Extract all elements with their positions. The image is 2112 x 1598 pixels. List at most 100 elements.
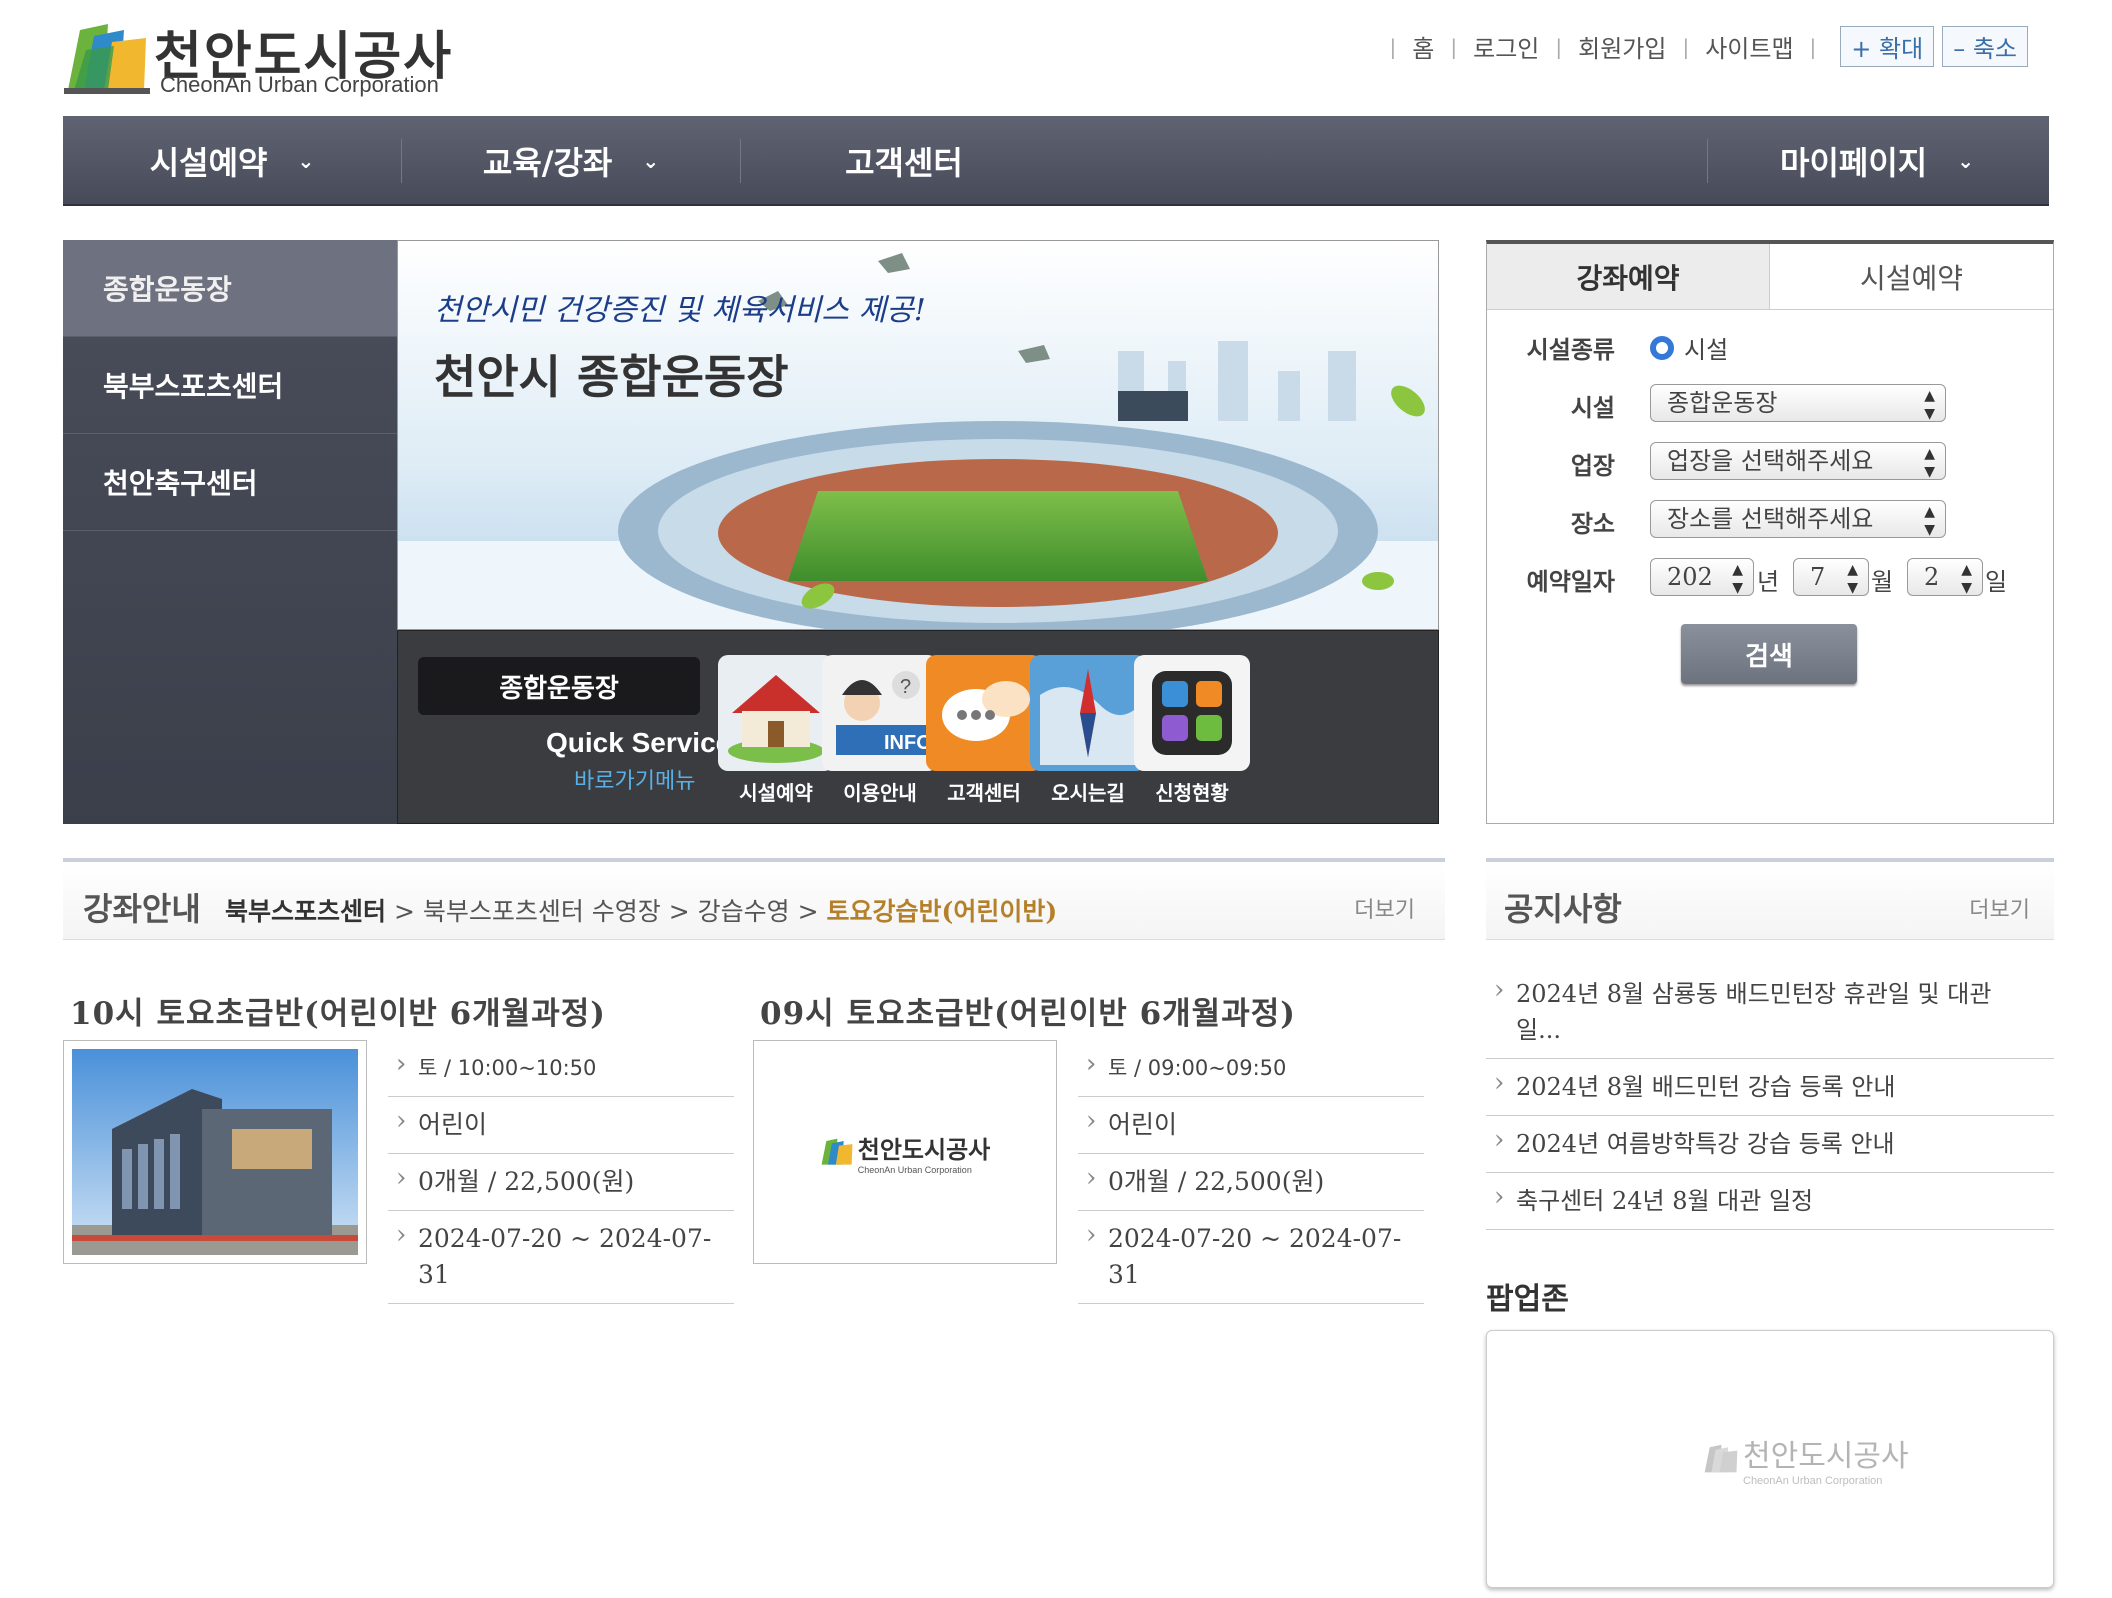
course-target: 어린이 [388, 1097, 734, 1154]
quick-customer-label[interactable]: 고객센터 [926, 777, 1042, 806]
course-detail-list: 토 / 10:00~10:50 어린이 0개월 / 22,500(원) 2024… [388, 1040, 734, 1304]
chevron-down-icon: ⌄ [1957, 149, 1974, 173]
notice-item[interactable]: 2024년 여름방학특강 강습 등록 안내 [1486, 1116, 2054, 1173]
banner-title: 천안시 종합운동장 [434, 350, 789, 404]
course-title[interactable]: 10시 토요초급반(어린이반 6개월과정) [70, 988, 606, 1033]
course-more-link[interactable]: 더보기 [1354, 892, 1415, 924]
course-section-title: 강좌안내 [83, 890, 201, 928]
course-detail-list: 토 / 09:00~09:50 어린이 0개월 / 22,500(원) 2024… [1078, 1040, 1424, 1304]
year-unit: 년 [1757, 568, 1780, 596]
sports-center-photo [72, 1049, 358, 1255]
side-item-stadium[interactable]: 종합운동장 [63, 240, 397, 337]
course-period: 2024-07-20 ~ 2024-07-31 [1078, 1211, 1424, 1304]
quick-directions-label[interactable]: 오시는길 [1030, 777, 1146, 806]
quick-service-subtitle: 바로가기메뉴 [574, 769, 696, 794]
notice-item[interactable]: 축구센터 24년 8월 대관 일정 [1486, 1173, 2054, 1230]
place-select[interactable]: 장소를 선택해주세요 ▲ ▼ [1650, 500, 1946, 538]
venue-select[interactable]: 업장을 선택해주세요 ▲ ▼ [1650, 442, 1946, 480]
breadcrumb-current[interactable]: 토요강습반(어린이반) [827, 897, 1058, 926]
select-arrows-icon: ▲ ▼ [1732, 562, 1743, 596]
house-icon[interactable] [718, 655, 834, 771]
compass-map-icon[interactable] [1030, 655, 1146, 771]
notice-header: 공지사항 더보기 [1486, 858, 2054, 940]
select-arrows-icon: ▲ ▼ [1924, 446, 1935, 480]
date-label: 예약일자 [1526, 568, 1615, 596]
sitemap-link[interactable]: 사이트맵 [1705, 29, 1793, 64]
side-item-football-center[interactable]: 천안축구센터 [63, 434, 397, 531]
facility-type-radio[interactable]: 시설 [1650, 330, 1728, 365]
chat-bubbles-icon[interactable] [926, 655, 1042, 771]
quick-reserve-label[interactable]: 시설예약 [718, 777, 834, 806]
course-price: 0개월 / 22,500(원) [1078, 1154, 1424, 1211]
course-period: 2024-07-20 ~ 2024-07-31 [388, 1211, 734, 1304]
chevron-down-icon: ⌄ [642, 149, 660, 173]
quick-status-label[interactable]: 신청현황 [1134, 777, 1250, 806]
breadcrumb-item[interactable]: 북부스포츠센터 [225, 897, 386, 926]
search-button[interactable]: 검색 [1681, 624, 1857, 684]
radio-selected-icon[interactable] [1650, 335, 1674, 360]
popup-zone[interactable]: 천안도시공사 CheonAn Urban Corporation [1486, 1330, 2054, 1588]
breadcrumb: 북부스포츠센터 > 북부스포츠센터 수영장 > 강습수영 > 토요강습반(어린이… [225, 897, 1058, 926]
quick-service-title: Quick Service [546, 727, 732, 758]
chevron-down-icon: ⌄ [297, 149, 315, 173]
quick-service-facility: 종합운동장 [418, 657, 700, 715]
logo-mark-icon [1704, 1444, 1738, 1473]
tab-course-reservation[interactable]: 강좌예약 [1487, 244, 1770, 310]
select-arrows-icon: ▲ ▼ [1961, 562, 1972, 596]
select-arrows-icon: ▲ ▼ [1924, 388, 1935, 422]
utility-menu: | 홈 | 로그인 | 회원가입 | 사이트맵 | + 확대 – 축소 [1374, 26, 2028, 67]
logo-mark-icon [64, 24, 150, 94]
notice-title: 공지사항 [1504, 890, 1622, 928]
facility-type-label: 시설종류 [1526, 336, 1615, 364]
placeholder-logo: 천안도시공사 CheonAn Urban Corporation [1703, 1431, 1909, 1487]
banner-tagline: 천안시민 건강증진 및 체육서비스 제공! [434, 293, 926, 328]
venue-label: 업장 [1570, 452, 1615, 480]
course-title[interactable]: 09시 토요초급반(어린이반 6개월과정) [760, 988, 1296, 1033]
login-link[interactable]: 로그인 [1473, 29, 1539, 64]
quick-service-bar: 종합운동장 Quick Service 바로가기메뉴 시설예약 INFO? 이용… [397, 630, 1439, 824]
course-target: 어린이 [1078, 1097, 1424, 1154]
select-arrows-icon: ▲ ▼ [1924, 504, 1935, 538]
breadcrumb-item[interactable]: 북부스포츠센터 수영장 [423, 897, 661, 926]
notice-item[interactable]: 2024년 8월 삼룡동 배드민턴장 휴관일 및 대관일... [1486, 966, 2054, 1059]
month-select[interactable]: 7 ▲ ▼ [1793, 558, 1869, 596]
select-arrows-icon: ▲ ▼ [1847, 562, 1858, 596]
nav-mypage[interactable]: 마이페이지 ⌄ [1708, 116, 2046, 206]
nav-education[interactable]: 교육/강좌 ⌄ [402, 116, 740, 206]
app-grid-icon[interactable] [1134, 655, 1250, 771]
logo-subtitle: CheonAn Urban Corporation [160, 72, 439, 97]
nav-customer-center[interactable]: 고객센터 [741, 116, 1067, 206]
notice-list: 2024년 8월 삼룡동 배드민턴장 휴관일 및 대관일... 2024년 8월… [1486, 966, 2054, 1230]
notice-more-link[interactable]: 더보기 [1969, 892, 2030, 924]
notice-item[interactable]: 2024년 8월 배드민턴 강습 등록 안내 [1486, 1059, 2054, 1116]
day-unit: 일 [1985, 568, 2008, 596]
course-info-header: 강좌안내 북부스포츠센터 > 북부스포츠센터 수영장 > 강습수영 > 토요강습… [63, 858, 1445, 940]
quick-guide-label[interactable]: 이용안내 [822, 777, 938, 806]
year-select[interactable]: 202 ▲ ▼ [1650, 558, 1754, 596]
nav-facility-reservation[interactable]: 시설예약 ⌄ [63, 116, 401, 206]
svg-text:?: ? [900, 676, 911, 698]
breadcrumb-item[interactable]: 강습수영 [698, 897, 790, 926]
home-link[interactable]: 홈 [1412, 29, 1434, 64]
day-select[interactable]: 2 ▲ ▼ [1907, 558, 1983, 596]
facility-side-menu: 종합운동장 북부스포츠센터 천안축구센터 [63, 240, 397, 824]
tab-facility-reservation[interactable]: 시설예약 [1770, 244, 2053, 310]
facility-select[interactable]: 종합운동장 ▲ ▼ [1650, 384, 1946, 422]
stadium-banner: 천안시민 건강증진 및 체육서비스 제공! 천안시 종합운동장 [397, 240, 1439, 630]
zoom-in-button[interactable]: + 확대 [1840, 26, 1935, 67]
reservation-panel: 강좌예약 시설예약 시설종류 시설 시설 종합운동장 ▲ ▼ 업장 업장을 선택해주… [1486, 240, 2054, 824]
course-schedule: 토 / 10:00~10:50 [388, 1040, 734, 1097]
side-item-north-sports[interactable]: 북부스포츠센터 [63, 337, 397, 434]
course-thumbnail[interactable]: 천안도시공사 CheonAn Urban Corporation [753, 1040, 1057, 1264]
course-thumbnail[interactable] [63, 1040, 367, 1264]
popup-zone-title: 팝업존 [1486, 1282, 1569, 1317]
zoom-out-button[interactable]: – 축소 [1942, 26, 2028, 67]
site-logo[interactable]: 천안도시공사 CheonAn Urban Corporation [64, 14, 464, 100]
course-price: 0개월 / 22,500(원) [388, 1154, 734, 1211]
facility-label: 시설 [1570, 394, 1615, 422]
place-label: 장소 [1570, 510, 1615, 538]
join-link[interactable]: 회원가입 [1578, 29, 1666, 64]
course-schedule: 토 / 09:00~09:50 [1078, 1040, 1424, 1097]
svg-text:INFO: INFO [884, 732, 932, 754]
info-desk-icon[interactable]: INFO? [822, 655, 938, 771]
